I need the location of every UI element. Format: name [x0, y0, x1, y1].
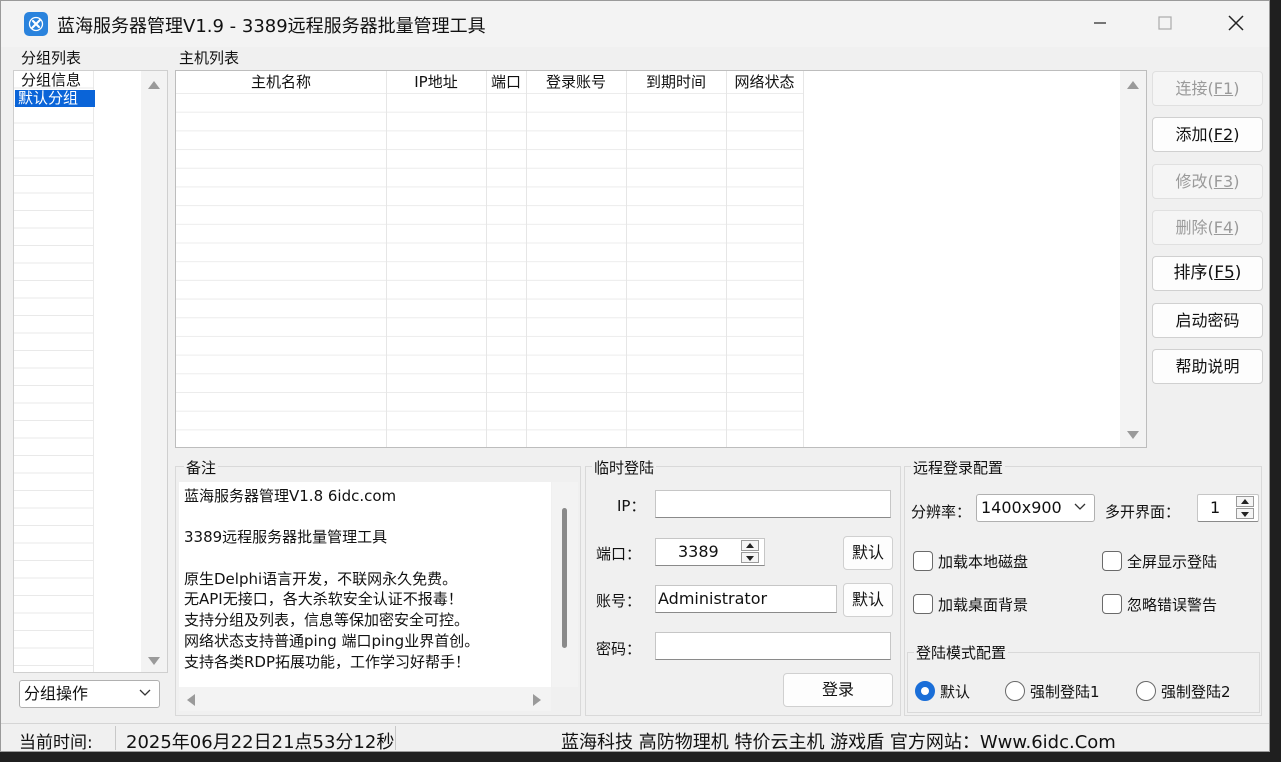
sort-button[interactable]: 排序(F5)	[1152, 256, 1263, 291]
title-bar[interactable]: 蓝海服务器管理V1.9 - 3389远程服务器批量管理工具	[1, 1, 1269, 47]
notes-memo[interactable]: 蓝海服务器管理V1.8 6idc.com 3389远程服务器批量管理工具 原生D…	[179, 482, 551, 687]
login-mode-label: 登陆模式配置	[914, 642, 1009, 663]
scroll-left-icon[interactable]	[187, 694, 195, 706]
port-default-button[interactable]: 默认	[843, 536, 893, 570]
account-label: 账号：	[596, 592, 642, 610]
chevron-down-icon	[1074, 503, 1086, 510]
mode-force2-label: 强制登陆2	[1161, 683, 1231, 701]
group-list[interactable]: 分组信息 默认分组	[13, 70, 168, 673]
current-time-value: 2025年06月22日21点53分12秒	[126, 732, 395, 752]
mode-force2-radio[interactable]	[1136, 681, 1156, 701]
group-list-item[interactable]: 分组信息	[18, 72, 84, 89]
scroll-up-icon[interactable]	[148, 81, 160, 89]
host-list-label: 主机列表	[179, 49, 240, 67]
account-input[interactable]: Administrator	[655, 585, 837, 613]
window-title: 蓝海服务器管理V1.9 - 3389远程服务器批量管理工具	[57, 16, 486, 37]
maximize-icon	[1158, 16, 1172, 30]
resolution-select[interactable]: 1400x900	[976, 494, 1095, 522]
temp-login-label: 临时登陆	[592, 457, 657, 478]
ignore-error-warning-checkbox[interactable]	[1102, 594, 1122, 614]
close-icon	[1228, 15, 1244, 31]
group-operation-select[interactable]: 分组操作	[19, 680, 160, 708]
connect-button[interactable]: 连接(F1)	[1152, 71, 1263, 106]
notes-vertical-scrollbar[interactable]	[552, 482, 578, 687]
minimize-icon	[1094, 22, 1106, 24]
host-table-rows	[176, 93, 803, 447]
notes-line: 支持分组及列表，信息等保加密安全可控。	[184, 611, 470, 629]
column-header-ip[interactable]: IP地址	[386, 71, 486, 93]
group-operation-value: 分组操作	[24, 684, 89, 703]
app-logo-icon	[24, 12, 48, 36]
notes-line: 无API无接口，各大杀软安全认证不报毒！	[184, 590, 463, 608]
account-default-button[interactable]: 默认	[843, 583, 893, 617]
spin-up-button[interactable]	[741, 540, 759, 551]
promo-text[interactable]: 蓝海科技 高防物理机 特价云主机 游戏盾 官方网站：Www.6idc.Com	[561, 728, 1116, 751]
notes-line: 蓝海服务器管理V1.8 6idc.com	[184, 487, 397, 505]
spin-down-button[interactable]	[741, 552, 759, 563]
mode-force1-radio[interactable]	[1005, 681, 1025, 701]
ignore-error-warning-label: 忽略错误警告	[1127, 596, 1218, 614]
notes-line: 原生Delphi语言开发，不联网永久免费。	[184, 570, 458, 588]
notes-line: 支持各类RDP拓展功能，工作学习好帮手！	[184, 653, 471, 671]
mode-default-radio[interactable]	[915, 681, 935, 701]
group-list-scrollbar[interactable]	[141, 71, 167, 672]
column-header-port[interactable]: 端口	[486, 71, 526, 93]
host-table[interactable]: 主机名称 IP地址 端口 登录账号 到期时间 网络状态	[175, 70, 1147, 448]
minimize-button[interactable]	[1077, 5, 1123, 41]
load-local-disk-checkbox[interactable]	[913, 551, 933, 571]
help-button[interactable]: 帮助说明	[1152, 349, 1263, 384]
mode-force1-label: 强制登陆1	[1030, 683, 1100, 701]
main-window: 蓝海服务器管理V1.9 - 3389远程服务器批量管理工具 分组列表 分组信息 …	[0, 0, 1270, 752]
load-local-disk-label: 加载本地磁盘	[938, 553, 1029, 571]
remote-config-label: 远程登录配置	[911, 457, 1006, 478]
column-header-account[interactable]: 登录账号	[526, 71, 626, 93]
scrollbar-thumb[interactable]	[562, 508, 567, 648]
mode-default-label: 默认	[940, 683, 971, 701]
resolution-value: 1400x900	[981, 498, 1062, 517]
close-button[interactable]	[1213, 5, 1259, 41]
scroll-down-icon[interactable]	[1127, 431, 1139, 439]
delete-button[interactable]: 删除(F4)	[1152, 210, 1263, 245]
fullscreen-login-label: 全屏显示登陆	[1127, 553, 1218, 571]
password-label: 密码：	[596, 640, 642, 658]
host-table-scrollbar[interactable]	[1120, 71, 1146, 447]
column-header-expiry[interactable]: 到期时间	[626, 71, 726, 93]
scroll-down-icon[interactable]	[148, 657, 160, 665]
port-label: 端口：	[596, 545, 642, 563]
column-header-hostname[interactable]: 主机名称	[176, 71, 386, 93]
status-bar: 当前时间: 2025年06月22日21点53分12秒 蓝海科技 高防物理机 特价…	[1, 723, 1269, 752]
notes-line: 网络状态支持普通ping 端口ping业界首创。	[184, 632, 480, 650]
spin-down-button[interactable]	[1236, 508, 1254, 519]
multi-instance-label: 多开界面：	[1105, 503, 1181, 521]
login-button[interactable]: 登录	[783, 673, 893, 707]
notes-label: 备注	[184, 457, 219, 478]
add-button[interactable]: 添加(F2)	[1152, 117, 1263, 152]
scroll-up-icon[interactable]	[1127, 81, 1139, 89]
fullscreen-login-checkbox[interactable]	[1102, 551, 1122, 571]
ip-label: IP：	[617, 497, 646, 515]
chevron-down-icon	[139, 689, 151, 696]
port-spinner[interactable]	[739, 540, 761, 564]
current-time-label: 当前时间:	[19, 733, 93, 752]
resolution-label: 分辨率：	[911, 503, 972, 521]
group-list-label: 分组列表	[21, 49, 82, 67]
spin-up-button[interactable]	[1236, 496, 1254, 507]
password-input[interactable]	[655, 632, 891, 660]
multi-instance-spinner[interactable]	[1234, 496, 1256, 520]
startup-password-button[interactable]: 启动密码	[1152, 303, 1263, 338]
ip-input[interactable]	[655, 490, 891, 518]
load-desktop-background-label: 加载桌面背景	[938, 596, 1029, 614]
notes-line: 3389远程服务器批量管理工具	[184, 528, 388, 546]
group-list-item-selected[interactable]: 默认分组	[15, 90, 95, 107]
maximize-button[interactable]	[1142, 5, 1188, 41]
group-list-grid	[14, 71, 94, 672]
load-desktop-background-checkbox[interactable]	[913, 594, 933, 614]
edit-button[interactable]: 修改(F3)	[1152, 164, 1263, 199]
notes-horizontal-scrollbar[interactable]	[179, 687, 551, 711]
scroll-right-icon[interactable]	[533, 694, 541, 706]
column-header-network-status[interactable]: 网络状态	[726, 71, 803, 93]
